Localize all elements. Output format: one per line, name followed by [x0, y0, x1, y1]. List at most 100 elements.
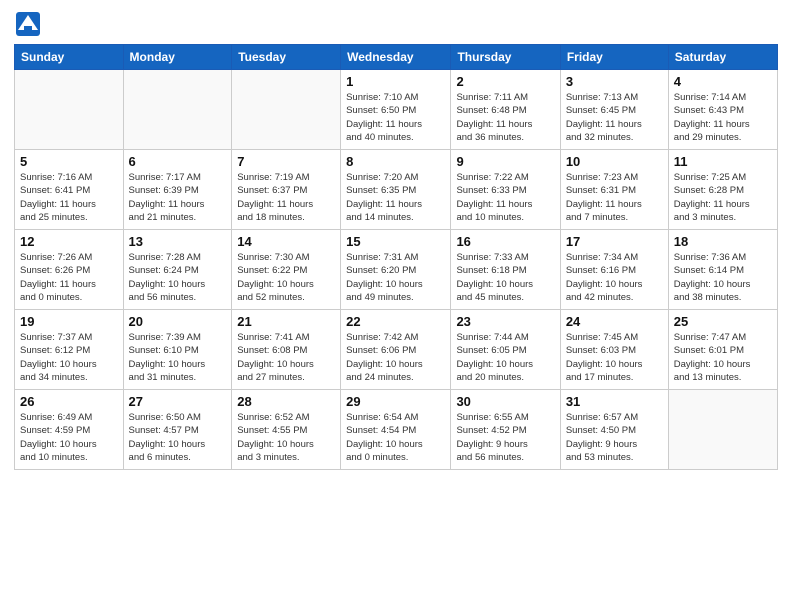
- day-info: Sunrise: 7:10 AM Sunset: 6:50 PM Dayligh…: [346, 91, 445, 144]
- day-info: Sunrise: 6:49 AM Sunset: 4:59 PM Dayligh…: [20, 411, 118, 464]
- day-number: 15: [346, 234, 445, 249]
- day-info: Sunrise: 7:25 AM Sunset: 6:28 PM Dayligh…: [674, 171, 772, 224]
- logo-icon: [14, 10, 42, 38]
- day-info: Sunrise: 7:26 AM Sunset: 6:26 PM Dayligh…: [20, 251, 118, 304]
- day-number: 21: [237, 314, 335, 329]
- calendar-cell: 5 Sunrise: 7:16 AM Sunset: 6:41 PM Daylig…: [15, 150, 124, 230]
- calendar-cell: 26 Sunrise: 6:49 AM Sunset: 4:59 PM Dayli…: [15, 390, 124, 470]
- day-number: 7: [237, 154, 335, 169]
- weekday-header-wednesday: Wednesday: [341, 45, 451, 70]
- calendar-cell: 10 Sunrise: 7:23 AM Sunset: 6:31 PM Dayli…: [560, 150, 668, 230]
- calendar-cell: 27 Sunrise: 6:50 AM Sunset: 4:57 PM Dayli…: [123, 390, 232, 470]
- calendar-cell: [15, 70, 124, 150]
- calendar-cell: 28 Sunrise: 6:52 AM Sunset: 4:55 PM Dayli…: [232, 390, 341, 470]
- day-number: 20: [129, 314, 227, 329]
- day-info: Sunrise: 7:30 AM Sunset: 6:22 PM Dayligh…: [237, 251, 335, 304]
- calendar-cell: 1 Sunrise: 7:10 AM Sunset: 6:50 PM Daylig…: [341, 70, 451, 150]
- day-number: 31: [566, 394, 663, 409]
- day-number: 13: [129, 234, 227, 249]
- calendar-cell: 20 Sunrise: 7:39 AM Sunset: 6:10 PM Dayli…: [123, 310, 232, 390]
- day-info: Sunrise: 7:39 AM Sunset: 6:10 PM Dayligh…: [129, 331, 227, 384]
- calendar-cell: [232, 70, 341, 150]
- day-number: 8: [346, 154, 445, 169]
- day-number: 23: [456, 314, 554, 329]
- calendar-cell: 23Sunrise: 7:44 AM Sunset: 6:05 PM Dayli…: [451, 310, 560, 390]
- day-number: 5: [20, 154, 118, 169]
- day-number: 16: [456, 234, 554, 249]
- day-number: 28: [237, 394, 335, 409]
- day-info: Sunrise: 7:17 AM Sunset: 6:39 PM Dayligh…: [129, 171, 227, 224]
- day-number: 11: [674, 154, 772, 169]
- day-info: Sunrise: 7:37 AM Sunset: 6:12 PM Dayligh…: [20, 331, 118, 384]
- day-number: 12: [20, 234, 118, 249]
- day-number: 9: [456, 154, 554, 169]
- day-number: 3: [566, 74, 663, 89]
- day-info: Sunrise: 7:33 AM Sunset: 6:18 PM Dayligh…: [456, 251, 554, 304]
- day-info: Sunrise: 6:57 AM Sunset: 4:50 PM Dayligh…: [566, 411, 663, 464]
- day-number: 2: [456, 74, 554, 89]
- day-info: Sunrise: 7:42 AM Sunset: 6:06 PM Dayligh…: [346, 331, 445, 384]
- calendar-cell: 3 Sunrise: 7:13 AM Sunset: 6:45 PM Daylig…: [560, 70, 668, 150]
- day-number: 6: [129, 154, 227, 169]
- day-number: 1: [346, 74, 445, 89]
- calendar-cell: 15Sunrise: 7:31 AM Sunset: 6:20 PM Dayli…: [341, 230, 451, 310]
- calendar-cell: 31 Sunrise: 6:57 AM Sunset: 4:50 PM Dayli…: [560, 390, 668, 470]
- header: [14, 10, 778, 38]
- page: SundayMondayTuesdayWednesdayThursdayFrid…: [0, 0, 792, 612]
- calendar-cell: 13 Sunrise: 7:28 AM Sunset: 6:24 PM Dayli…: [123, 230, 232, 310]
- day-number: 26: [20, 394, 118, 409]
- weekday-header-sunday: Sunday: [15, 45, 124, 70]
- calendar-cell: 24Sunrise: 7:45 AM Sunset: 6:03 PM Dayli…: [560, 310, 668, 390]
- day-info: Sunrise: 7:13 AM Sunset: 6:45 PM Dayligh…: [566, 91, 663, 144]
- day-number: 22: [346, 314, 445, 329]
- calendar-cell: 4Sunrise: 7:14 AM Sunset: 6:43 PM Daylig…: [668, 70, 777, 150]
- day-info: Sunrise: 7:16 AM Sunset: 6:41 PM Dayligh…: [20, 171, 118, 224]
- day-number: 19: [20, 314, 118, 329]
- day-number: 14: [237, 234, 335, 249]
- calendar-cell: 2 Sunrise: 7:11 AM Sunset: 6:48 PM Daylig…: [451, 70, 560, 150]
- day-number: 27: [129, 394, 227, 409]
- weekday-header-row: SundayMondayTuesdayWednesdayThursdayFrid…: [15, 45, 778, 70]
- calendar-cell: 18Sunrise: 7:36 AM Sunset: 6:14 PM Dayli…: [668, 230, 777, 310]
- day-info: Sunrise: 7:28 AM Sunset: 6:24 PM Dayligh…: [129, 251, 227, 304]
- week-row-3: 19 Sunrise: 7:37 AM Sunset: 6:12 PM Dayli…: [15, 310, 778, 390]
- week-row-2: 12 Sunrise: 7:26 AM Sunset: 6:26 PM Dayli…: [15, 230, 778, 310]
- week-row-4: 26 Sunrise: 6:49 AM Sunset: 4:59 PM Dayli…: [15, 390, 778, 470]
- calendar-cell: 6 Sunrise: 7:17 AM Sunset: 6:39 PM Daylig…: [123, 150, 232, 230]
- day-info: Sunrise: 7:19 AM Sunset: 6:37 PM Dayligh…: [237, 171, 335, 224]
- day-info: Sunrise: 7:14 AM Sunset: 6:43 PM Dayligh…: [674, 91, 772, 144]
- logo: [14, 10, 46, 38]
- day-info: Sunrise: 7:22 AM Sunset: 6:33 PM Dayligh…: [456, 171, 554, 224]
- day-info: Sunrise: 6:50 AM Sunset: 4:57 PM Dayligh…: [129, 411, 227, 464]
- calendar-cell: [123, 70, 232, 150]
- week-row-0: 1 Sunrise: 7:10 AM Sunset: 6:50 PM Daylig…: [15, 70, 778, 150]
- day-info: Sunrise: 7:23 AM Sunset: 6:31 PM Dayligh…: [566, 171, 663, 224]
- weekday-header-tuesday: Tuesday: [232, 45, 341, 70]
- weekday-header-monday: Monday: [123, 45, 232, 70]
- day-info: Sunrise: 7:34 AM Sunset: 6:16 PM Dayligh…: [566, 251, 663, 304]
- day-info: Sunrise: 7:47 AM Sunset: 6:01 PM Dayligh…: [674, 331, 772, 384]
- calendar-cell: 9 Sunrise: 7:22 AM Sunset: 6:33 PM Daylig…: [451, 150, 560, 230]
- day-info: Sunrise: 6:52 AM Sunset: 4:55 PM Dayligh…: [237, 411, 335, 464]
- calendar-cell: 29 Sunrise: 6:54 AM Sunset: 4:54 PM Dayli…: [341, 390, 451, 470]
- day-number: 10: [566, 154, 663, 169]
- calendar-table: SundayMondayTuesdayWednesdayThursdayFrid…: [14, 44, 778, 470]
- weekday-header-friday: Friday: [560, 45, 668, 70]
- day-number: 25: [674, 314, 772, 329]
- day-info: Sunrise: 7:20 AM Sunset: 6:35 PM Dayligh…: [346, 171, 445, 224]
- day-info: Sunrise: 6:55 AM Sunset: 4:52 PM Dayligh…: [456, 411, 554, 464]
- calendar-cell: 21 Sunrise: 7:41 AM Sunset: 6:08 PM Dayli…: [232, 310, 341, 390]
- day-info: Sunrise: 7:45 AM Sunset: 6:03 PM Dayligh…: [566, 331, 663, 384]
- day-info: Sunrise: 7:11 AM Sunset: 6:48 PM Dayligh…: [456, 91, 554, 144]
- day-number: 29: [346, 394, 445, 409]
- calendar-cell: 30Sunrise: 6:55 AM Sunset: 4:52 PM Dayli…: [451, 390, 560, 470]
- calendar-cell: 16 Sunrise: 7:33 AM Sunset: 6:18 PM Dayli…: [451, 230, 560, 310]
- day-info: Sunrise: 6:54 AM Sunset: 4:54 PM Dayligh…: [346, 411, 445, 464]
- day-number: 17: [566, 234, 663, 249]
- day-info: Sunrise: 7:41 AM Sunset: 6:08 PM Dayligh…: [237, 331, 335, 384]
- weekday-header-thursday: Thursday: [451, 45, 560, 70]
- calendar-cell: 25 Sunrise: 7:47 AM Sunset: 6:01 PM Dayli…: [668, 310, 777, 390]
- calendar-cell: 12 Sunrise: 7:26 AM Sunset: 6:26 PM Dayli…: [15, 230, 124, 310]
- calendar-cell: 11 Sunrise: 7:25 AM Sunset: 6:28 PM Dayli…: [668, 150, 777, 230]
- day-number: 18: [674, 234, 772, 249]
